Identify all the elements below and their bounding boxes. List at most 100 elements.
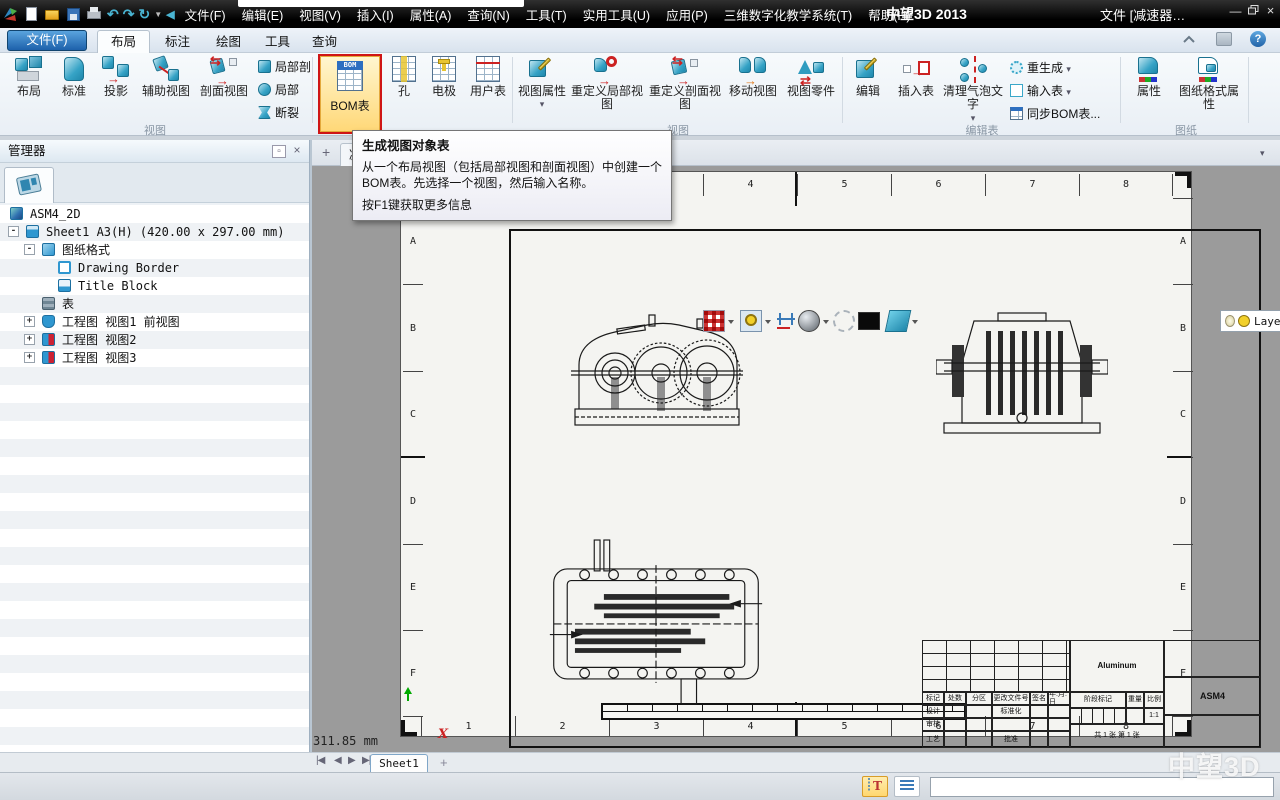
ribbon-button-user-table[interactable]: 用户表	[466, 56, 510, 122]
surface-dropdown-icon[interactable]	[912, 320, 918, 327]
tree-item-view1[interactable]: + 工程图 视图1 前视图	[0, 313, 309, 331]
ribbon-button-attributes[interactable]: 属性	[1126, 56, 1172, 122]
ribbon-button-local-section[interactable]: 局部剖	[258, 56, 311, 78]
quick-access-dropdown-icon[interactable]: ▼	[154, 10, 162, 19]
tree-item-view2[interactable]: + 工程图 视图2	[0, 331, 309, 349]
restore-button[interactable]	[1246, 5, 1261, 19]
ribbon-button-electrode-table[interactable]: 电极	[424, 56, 464, 122]
menu-view[interactable]: 视图(V)	[291, 5, 349, 24]
expand-toggle[interactable]: +	[24, 352, 35, 363]
manager-close-button[interactable]: ×	[290, 145, 304, 158]
expand-toggle[interactable]: +	[24, 334, 35, 345]
minimize-button[interactable]: —	[1228, 5, 1243, 19]
view-attributes-dropdown-icon[interactable]: ▾	[516, 98, 568, 111]
style-icon[interactable]	[1216, 32, 1232, 46]
tab-layout[interactable]: 布局	[97, 30, 150, 54]
ribbon-button-hole-table[interactable]: 孔	[386, 56, 422, 122]
add-sheet-button[interactable]: +	[440, 755, 448, 770]
menu-insert[interactable]: 插入(I)	[349, 5, 402, 24]
ribbon-button-standard[interactable]: 标准	[54, 56, 94, 122]
ribbon-button-broken[interactable]: 断裂	[258, 102, 299, 124]
ribbon-button-local[interactable]: 局部	[258, 79, 299, 101]
ribbon-button-view-attributes[interactable]: 视图属性 ▾	[516, 56, 568, 122]
menu-3d-teaching-system[interactable]: 三维数字化教学系统(T)	[716, 5, 860, 24]
ribbon-button-clean-balloon-text[interactable]: 清理气泡文字 ▾	[942, 56, 1004, 122]
close-button[interactable]: ×	[1263, 5, 1278, 19]
prev-sheet-button[interactable]: ◀	[334, 755, 341, 766]
collapse-toggle[interactable]: -	[24, 244, 35, 255]
pattern-dropdown-icon[interactable]	[728, 320, 734, 327]
layer-selector[interactable]: Layer0000 ▾	[1220, 310, 1280, 332]
ribbon-button-auxiliary-view[interactable]: 辅助视图	[138, 56, 194, 122]
menu-edit[interactable]: 编辑(E)	[234, 5, 292, 24]
manager-tab-sheet[interactable]	[4, 167, 54, 203]
app-logo-icon[interactable]	[2, 6, 19, 23]
manager-float-button[interactable]: ▫	[272, 145, 286, 158]
ribbon-file-button[interactable]: 文件(F)	[7, 30, 87, 51]
hidden-line-icon[interactable]	[833, 310, 855, 332]
print-icon[interactable]	[86, 6, 103, 23]
tab-list-dropdown-icon[interactable]: ▾	[1260, 148, 1265, 159]
text-filter-button[interactable]: T	[862, 776, 888, 797]
ribbon-button-bom-table[interactable]: BOM BOM表	[320, 56, 380, 132]
ribbon-button-layout[interactable]: 布局	[6, 56, 52, 122]
side-view-drawing[interactable]	[936, 305, 1108, 437]
new-file-icon[interactable]	[23, 6, 40, 23]
import-table-dropdown-icon[interactable]: ▾	[1066, 87, 1071, 97]
shading-dropdown-icon[interactable]	[823, 320, 829, 327]
surface-display-icon[interactable]	[885, 310, 912, 332]
tab-tools[interactable]: 工具	[252, 31, 303, 53]
color-dropdown-icon[interactable]	[765, 320, 771, 327]
ribbon-button-redefine-section-view[interactable]: ⇆ → 重定义剖面视图	[648, 56, 722, 122]
ribbon-button-redefine-local-view[interactable]: → 重定义局部视图	[570, 56, 644, 122]
color-ring-icon[interactable]	[740, 310, 762, 332]
help-icon[interactable]: ?	[1250, 31, 1266, 47]
ribbon-button-view-part[interactable]: ⇄ 视图零件	[784, 56, 838, 122]
tab-draw[interactable]: 绘图	[203, 31, 254, 53]
list-output-button[interactable]	[894, 776, 920, 797]
tree-item-sheet-format[interactable]: - 图纸格式	[0, 241, 309, 259]
redo-icon[interactable]: ↷	[123, 6, 135, 23]
collapse-toggle[interactable]: -	[8, 226, 19, 237]
title-block[interactable]: 标记 处数 分区 更改文件号 签名 年.月.日 设计 标准化 审核 工艺	[922, 640, 1261, 748]
front-view-drawing[interactable]	[557, 311, 757, 437]
tab-inquire[interactable]: 查询	[299, 31, 350, 53]
menu-tools[interactable]: 工具(T)	[518, 5, 575, 24]
tree-item-sheet1[interactable]: - Sheet1 A3(H) (420.00 x 297.00 mm)	[0, 223, 309, 241]
tree-item-drawing-border[interactable]: Drawing Border	[0, 259, 309, 277]
undo-icon[interactable]: ↶	[107, 6, 119, 23]
top-view-drawing[interactable]	[546, 537, 766, 709]
tree-item-title-block[interactable]: Title Block	[0, 277, 309, 295]
save-icon[interactable]	[65, 6, 82, 23]
tree-item-root[interactable]: ASM4_2D	[0, 205, 309, 223]
regen-dropdown-icon[interactable]: ▾	[1066, 64, 1071, 74]
open-file-icon[interactable]	[44, 6, 61, 23]
menu-file[interactable]: 文件(F)	[177, 5, 234, 24]
pattern-display-icon[interactable]	[703, 310, 725, 332]
menu-applications[interactable]: 应用(P)	[658, 5, 716, 24]
tree-item-table[interactable]: 表	[0, 295, 309, 313]
drawing-sheet[interactable]: 1 2 3 4 5 6 7 8 1 2 3 4 5 6 7 8 A B C D …	[400, 171, 1192, 737]
next-sheet-button[interactable]: ▶	[348, 755, 355, 766]
first-sheet-button[interactable]: |◀	[316, 755, 324, 766]
ribbon-button-insert-table[interactable]: → 插入表	[892, 56, 940, 122]
menu-attributes[interactable]: 属性(A)	[402, 5, 460, 24]
menu-inquire[interactable]: 查询(N)	[459, 5, 517, 24]
collapse-toolbar-icon[interactable]: ◀	[166, 8, 174, 21]
new-document-tab-button[interactable]: +	[322, 144, 330, 160]
expand-toggle[interactable]: +	[24, 316, 35, 327]
ribbon-button-regen[interactable]: 重生成 ▾	[1010, 57, 1071, 79]
drawing-canvas[interactable]: + 减速器 ▾ 1 2 3 4 5 6 7 8 1 2 3 4 5 6 7 8 …	[312, 140, 1280, 752]
ribbon-button-move-view[interactable]: → 移动视图	[726, 56, 780, 122]
ribbon-button-import-table[interactable]: 输入表 ▾	[1010, 80, 1071, 102]
shading-mode-icon[interactable]	[798, 310, 820, 332]
sheet-tab-sheet1[interactable]: Sheet1	[370, 754, 428, 773]
refresh-icon[interactable]: ↻	[138, 6, 150, 23]
tab-annotate[interactable]: 标注	[152, 31, 203, 53]
tree-item-view3[interactable]: + 工程图 视图3	[0, 349, 309, 367]
background-color-swatch[interactable]	[858, 312, 880, 330]
ribbon-button-section-view[interactable]: ⇆ → 剖面视图	[196, 56, 252, 122]
ribbon-button-edit-table[interactable]: 编辑	[846, 56, 890, 122]
minimize-ribbon-icon[interactable]	[1182, 33, 1196, 47]
ribbon-button-projection[interactable]: → 投影	[96, 56, 136, 122]
